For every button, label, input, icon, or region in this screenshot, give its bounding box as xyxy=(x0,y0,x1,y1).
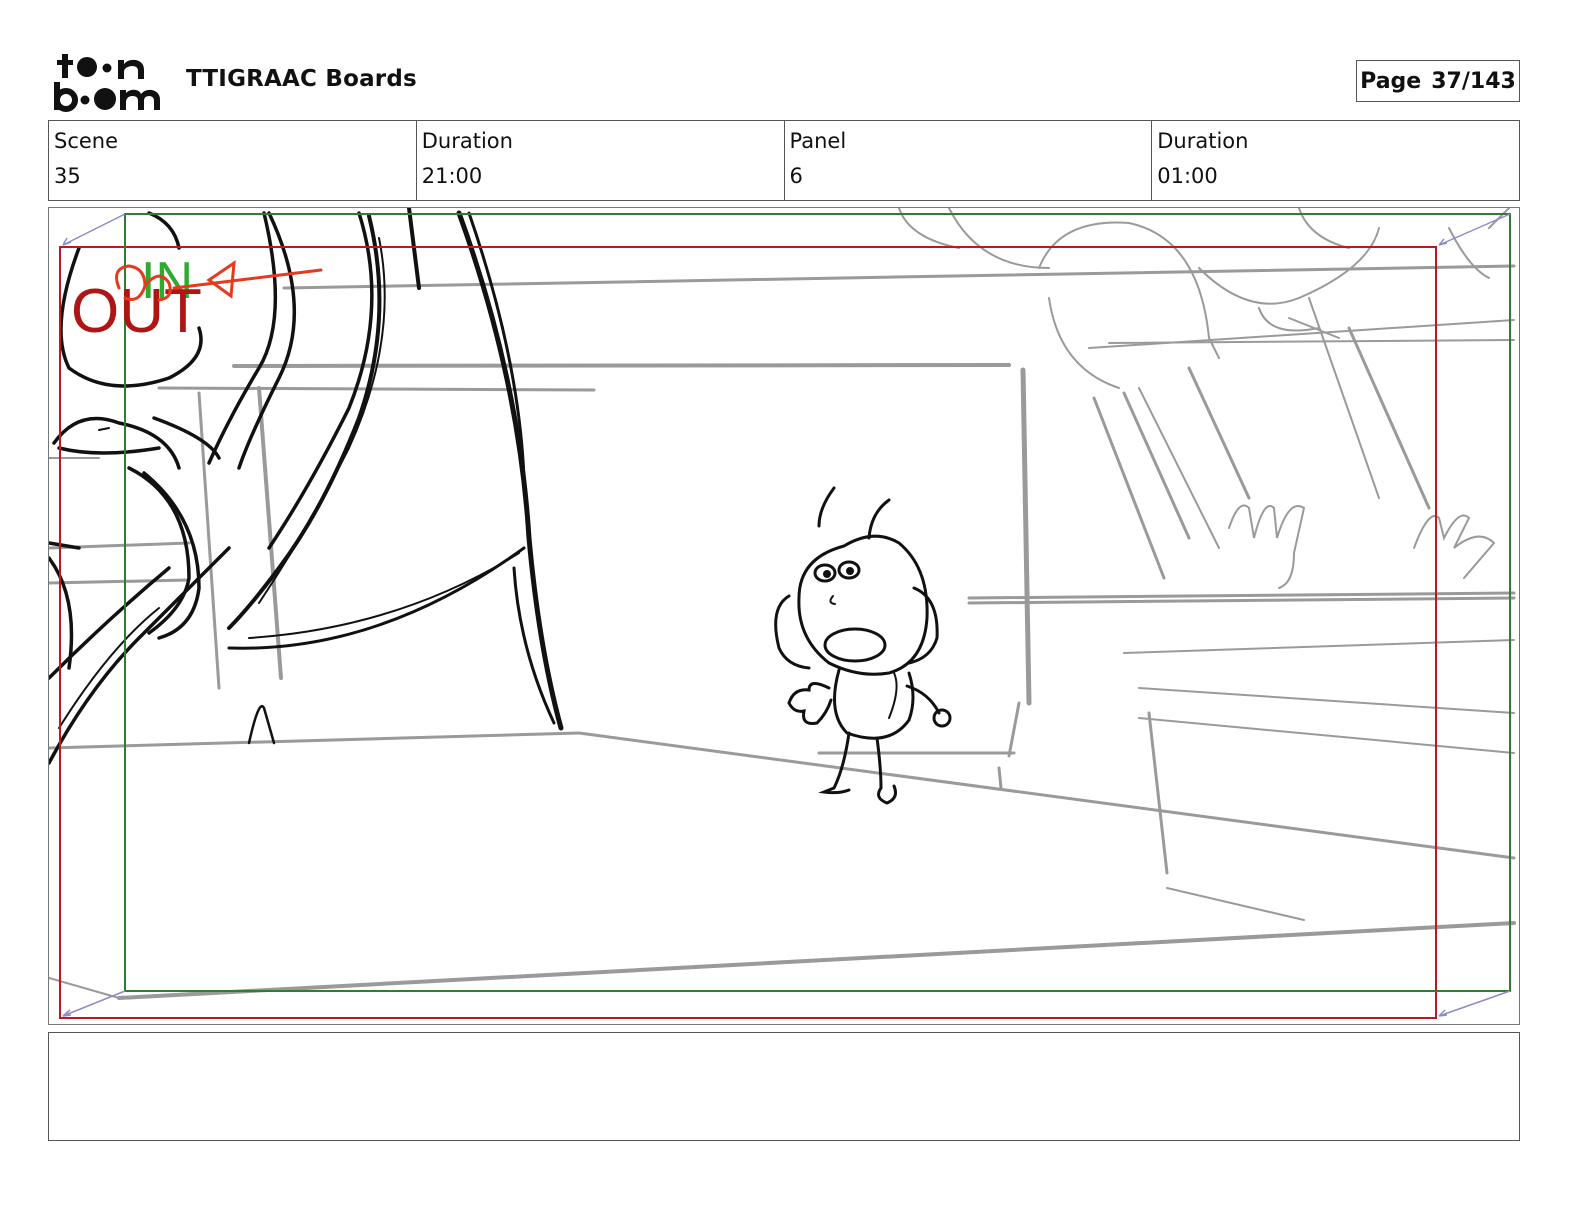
scene-duration-cell: Duration 21:00 xyxy=(417,121,785,200)
panel-value: 6 xyxy=(789,164,803,188)
page-number: 37/143 xyxy=(1431,68,1516,94)
scene-value: 35 xyxy=(54,164,81,188)
scene-duration-label: Duration xyxy=(421,129,513,153)
panel-notes-box[interactable] xyxy=(48,1032,1520,1141)
storyboard-panel: IN OUT xyxy=(48,207,1520,1025)
panel-label: Panel xyxy=(789,129,847,153)
scene-label: Scene xyxy=(54,129,119,153)
panel-duration-label: Duration xyxy=(1157,129,1249,153)
panel-duration-value: 01:00 xyxy=(1157,164,1218,188)
project-title: TTIGRAAC Boards xyxy=(186,66,417,92)
panel-cell: Panel 6 xyxy=(785,121,1153,200)
page-indicator: Page 37/143 xyxy=(1356,60,1520,102)
scene-cell: Scene 35 xyxy=(49,121,417,200)
character-sketch xyxy=(774,486,952,805)
panel-info-table: Scene 35 Duration 21:00 Panel 6 Duration… xyxy=(48,120,1520,201)
panel-drawing: IN OUT xyxy=(49,208,1516,1019)
scene-duration-value: 21:00 xyxy=(421,164,483,188)
page-label: Page xyxy=(1360,68,1422,94)
panel-duration-cell: Duration 01:00 xyxy=(1152,121,1519,200)
toon-boom-logo xyxy=(54,54,160,112)
